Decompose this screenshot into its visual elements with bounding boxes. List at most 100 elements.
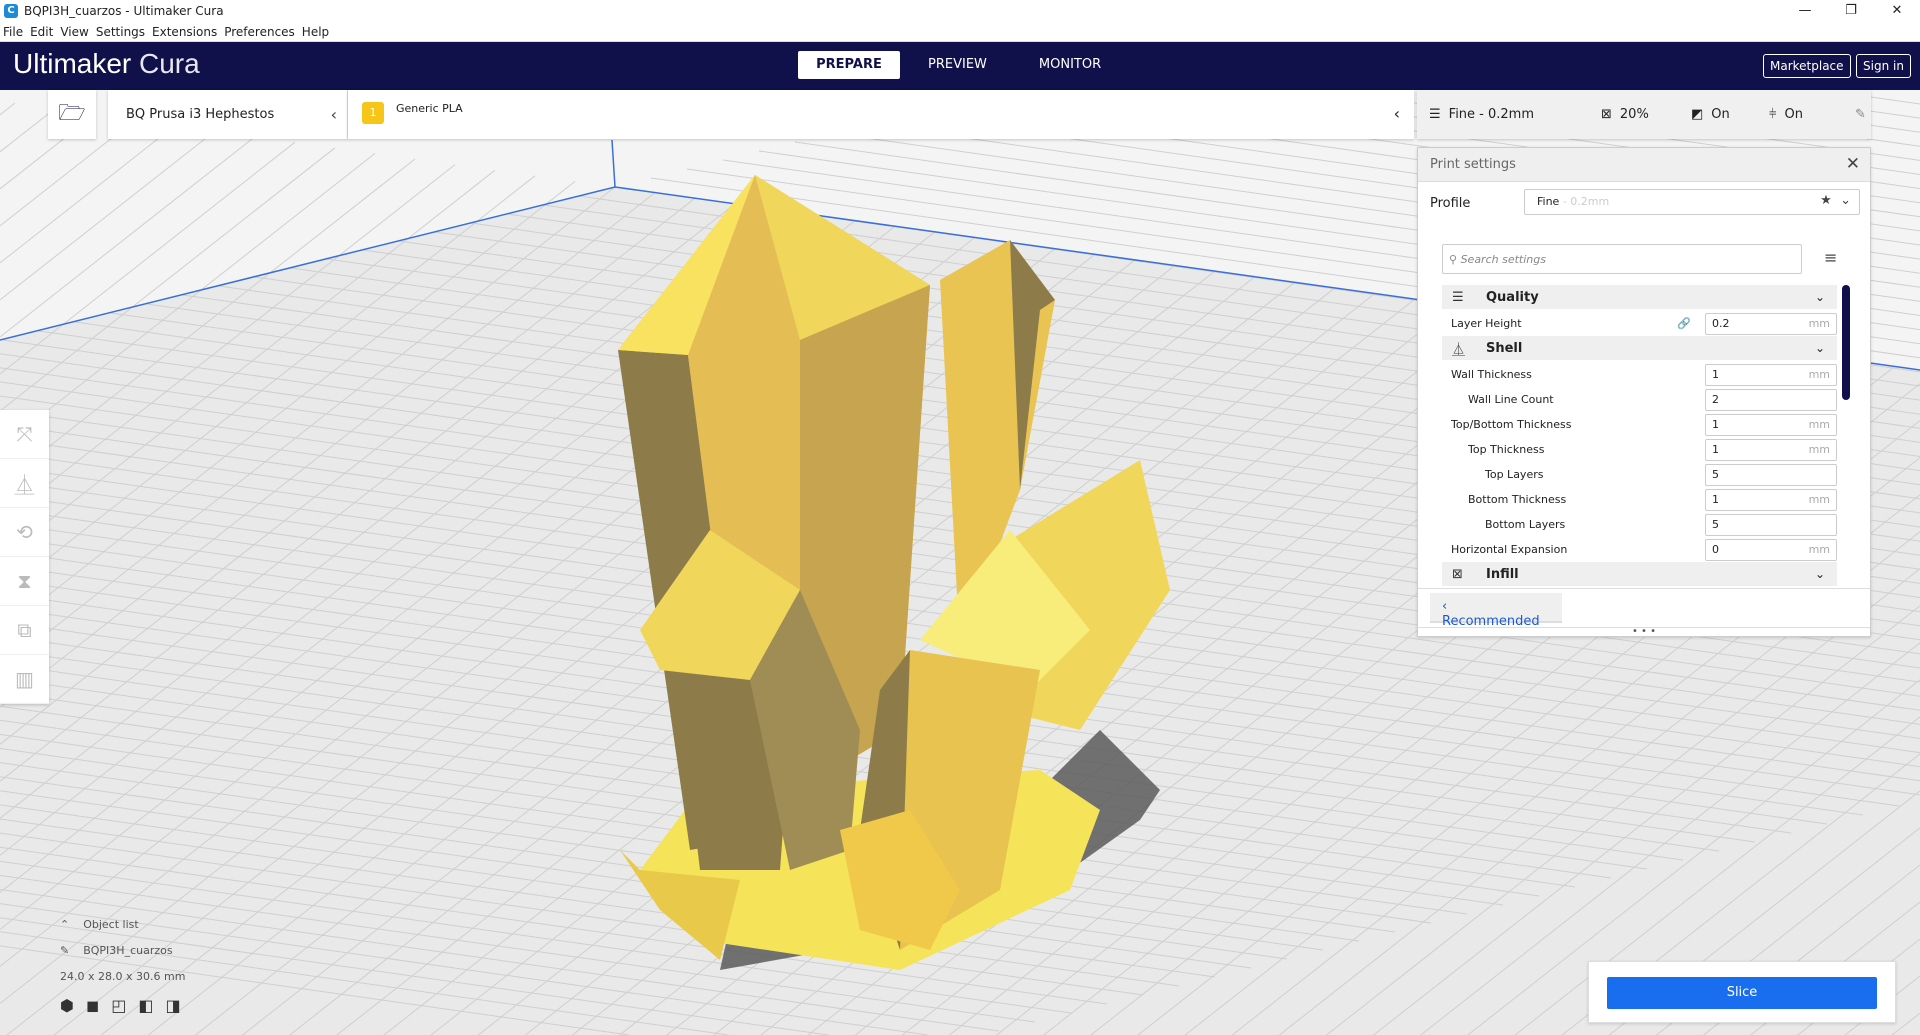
view-left-icon[interactable]: ◧	[138, 996, 153, 1015]
menu-extensions[interactable]: Extensions	[152, 25, 217, 39]
setting-input[interactable]: 1 mm	[1705, 438, 1837, 461]
marketplace-button[interactable]: Marketplace	[1763, 54, 1851, 78]
quality-icon: ☰	[1429, 107, 1441, 122]
unit: mm	[1808, 492, 1830, 506]
setting-input[interactable]: 1 mm	[1705, 363, 1837, 386]
setting-row: Wall Thickness 1 mm	[1442, 362, 1837, 387]
unit: mm	[1808, 442, 1830, 456]
view-right-icon[interactable]: ◨	[166, 996, 181, 1015]
app-header: Ultimaker Cura PREPARE PREVIEW MONITOR M…	[0, 42, 1920, 90]
chevron-left-icon: ‹	[330, 105, 337, 124]
category-shell[interactable]: ⏅ Shell ⌄	[1442, 336, 1837, 360]
setting-input[interactable]: 0 mm	[1705, 538, 1837, 561]
rotate-tool-icon[interactable]: ⟲	[0, 508, 49, 557]
profile-label: Profile	[1430, 196, 1471, 211]
open-file-button[interactable]: 🗁	[48, 90, 96, 139]
menu-settings[interactable]: Settings	[96, 25, 145, 39]
profile-dropdown[interactable]: Fine - 0.2mm ★ ⌄	[1524, 189, 1860, 215]
unit: mm	[1808, 316, 1830, 330]
search-placeholder: Search settings	[1460, 253, 1546, 266]
setting-value: 2	[1712, 392, 1719, 406]
grid-line	[0, 102, 16, 116]
setting-input[interactable]: 1 mm	[1705, 488, 1837, 511]
cura-app-icon: C	[4, 4, 18, 18]
summary-adhesion: On	[1784, 107, 1803, 122]
unit: mm	[1808, 542, 1830, 556]
minimize-button[interactable]: —	[1782, 0, 1828, 22]
setting-row: Top Thickness 1 mm	[1442, 437, 1837, 462]
adhesion-icon: ⫩	[1769, 107, 1777, 122]
view-3d-icon[interactable]: ⬢	[60, 996, 74, 1015]
setting-label: Wall Line Count	[1468, 393, 1554, 406]
pencil-icon[interactable]: ✎	[60, 944, 69, 957]
menu-edit[interactable]: Edit	[30, 25, 53, 39]
summary-profile: Fine - 0.2mm	[1448, 107, 1534, 122]
printer-name: BQ Prusa i3 Hephestos	[126, 107, 275, 122]
recommended-button[interactable]: ‹ Recommended	[1430, 593, 1562, 629]
support-blocker-icon[interactable]: ▥	[0, 655, 49, 704]
tab-prepare[interactable]: PREPARE	[798, 51, 900, 79]
category-infill[interactable]: ⊠ Infill ⌄	[1442, 562, 1837, 586]
grid-line	[0, 130, 216, 301]
search-settings-input[interactable]: ⚲ Search settings	[1442, 244, 1802, 274]
setting-input[interactable]: 5	[1705, 463, 1837, 486]
material-selector[interactable]: 1 Generic PLA ‹	[348, 90, 1414, 139]
chevron-down-icon: ⌄	[1840, 193, 1851, 208]
menu-view[interactable]: View	[60, 25, 88, 39]
mirror-tool-icon[interactable]: ⧗	[0, 557, 49, 606]
chevron-down-icon: ⌄	[1814, 567, 1825, 581]
setting-label: Top Thickness	[1468, 443, 1545, 456]
close-icon[interactable]: ✕	[1846, 154, 1860, 174]
slice-panel: Slice	[1588, 961, 1896, 1023]
menu-help[interactable]: Help	[302, 25, 329, 39]
panel-resize-handle[interactable]: • • •	[1418, 627, 1870, 637]
setting-row: Bottom Thickness 1 mm	[1442, 487, 1837, 512]
tab-preview[interactable]: PREVIEW	[904, 51, 1011, 79]
slice-button[interactable]: Slice	[1607, 977, 1877, 1009]
profile-layer: - 0.2mm	[1559, 195, 1610, 208]
print-setup-summary[interactable]: ☰ Fine - 0.2mm ⊠ 20% ◩ On ⫩ On ✎	[1417, 90, 1871, 139]
setting-value: 5	[1712, 467, 1719, 481]
ultimaker-cura-logo: Ultimaker Cura	[13, 48, 200, 80]
close-window-button[interactable]: ✕	[1874, 0, 1920, 22]
setting-label: Bottom Layers	[1485, 518, 1566, 531]
setting-input[interactable]: 1 mm	[1705, 413, 1837, 436]
sign-in-button[interactable]: Sign in	[1856, 54, 1911, 78]
move-tool-icon[interactable]: ⤧	[0, 410, 49, 459]
scale-tool-icon[interactable]: ⏅	[0, 459, 49, 508]
setting-input[interactable]: 5	[1705, 513, 1837, 536]
setting-label: Top/Bottom Thickness	[1451, 418, 1572, 431]
folder-icon: 🗁	[58, 100, 86, 126]
view-top-icon[interactable]: ◰	[111, 996, 126, 1015]
star-icon[interactable]: ★	[1820, 193, 1832, 208]
maximize-button[interactable]: ❐	[1828, 0, 1874, 22]
category-label: Quality	[1486, 289, 1539, 305]
menu-preferences[interactable]: Preferences	[224, 25, 295, 39]
setting-input[interactable]: 2	[1705, 388, 1837, 411]
view-front-icon[interactable]: ◼	[86, 996, 99, 1015]
category-quality[interactable]: ☰ Quality ⌄	[1442, 285, 1837, 309]
object-name: BQPI3H_cuarzos	[83, 944, 173, 957]
shell-icon: ⏅	[1452, 342, 1466, 358]
tab-monitor[interactable]: MONITOR	[1015, 51, 1125, 79]
setting-value: 1	[1712, 492, 1719, 506]
window-title: BQPI3H_cuarzos - Ultimaker Cura	[24, 4, 224, 18]
layer-height-input[interactable]: 0.2 mm	[1705, 312, 1837, 335]
per-model-settings-icon[interactable]: ⧉	[0, 606, 49, 655]
category-label: Shell	[1486, 340, 1523, 356]
object-list-toggle[interactable]: ⌃ Object list	[60, 918, 185, 931]
setting-row: Bottom Layers 5	[1442, 512, 1837, 537]
settings-scrollbar[interactable]	[1842, 285, 1850, 400]
pencil-icon[interactable]: ✎	[1855, 107, 1866, 122]
setting-value: 5	[1712, 517, 1719, 531]
grid-line	[0, 108, 56, 153]
settings-visibility-menu-icon[interactable]: ≡	[1824, 248, 1837, 267]
setting-value: 1	[1712, 442, 1719, 456]
grid-line	[0, 125, 176, 264]
chevron-left-icon: ‹	[1442, 599, 1448, 614]
link-icon[interactable]: 🔗	[1677, 317, 1691, 330]
unit: mm	[1808, 367, 1830, 381]
menu-file[interactable]: File	[3, 25, 23, 39]
panel-title: Print settings	[1430, 157, 1516, 172]
printer-selector[interactable]: BQ Prusa i3 Hephestos ‹	[108, 90, 348, 139]
